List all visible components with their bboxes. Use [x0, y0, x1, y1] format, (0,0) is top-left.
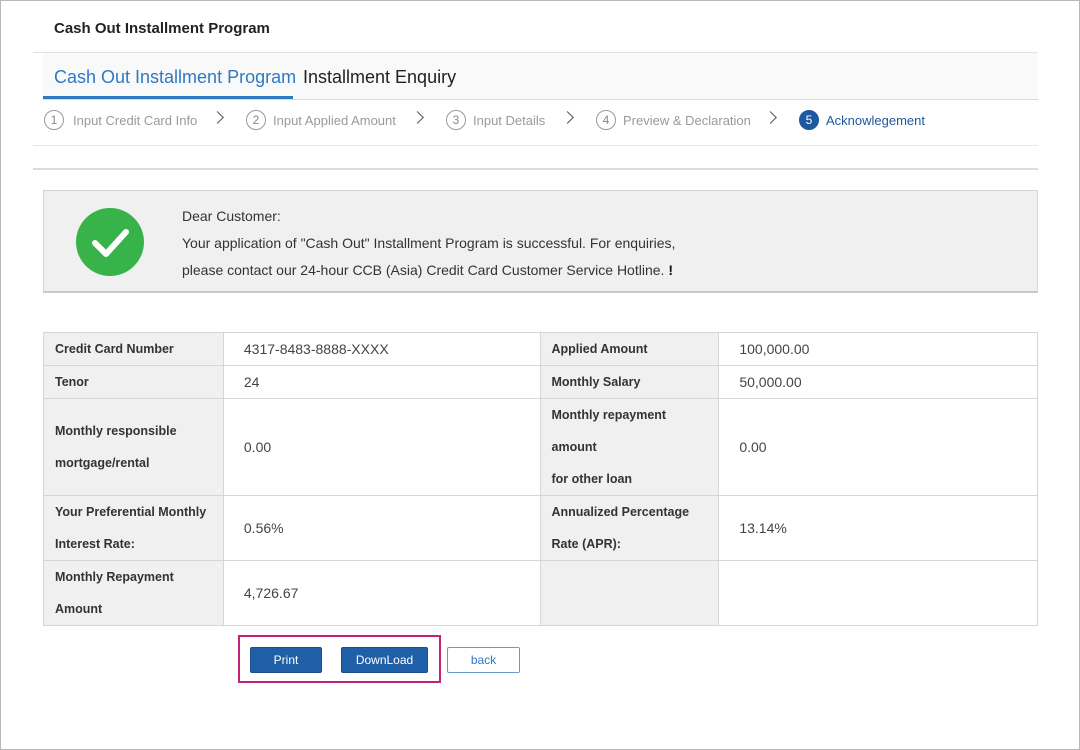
monthly-repayment-label: Monthly Repayment Amount: [43, 560, 224, 626]
application-details-table: Credit Card Number 4317-8483-8888-XXXX A…: [43, 332, 1038, 626]
divider: [33, 168, 1038, 170]
notice-exclamation: !: [668, 262, 674, 278]
table-row: Monthly Repayment Amount 4,726.67: [43, 560, 1038, 626]
tab-installment-enquiry[interactable]: Installment Enquiry: [303, 67, 456, 88]
apr-label-line-2: Rate (APR):: [551, 537, 621, 551]
notice-message-text: please contact our 24-hour CCB (Asia) Cr…: [182, 262, 665, 278]
print-button[interactable]: Print: [250, 647, 322, 673]
table-row: Tenor 24 Monthly Salary 50,000.00: [43, 365, 1038, 399]
step-4-label: Preview & Declaration: [623, 113, 751, 128]
monthly-salary-label: Monthly Salary: [539, 365, 720, 399]
other-loan-label-line-2: for other loan: [551, 472, 633, 486]
step-5-number: 5: [799, 110, 819, 130]
mortgage-value: 0.00: [222, 398, 541, 496]
tenor-label: Tenor: [43, 365, 224, 399]
chevron-right-icon: [764, 111, 777, 124]
chevron-right-icon: [211, 111, 224, 124]
empty-value-cell: [718, 560, 1038, 626]
monthly-repayment-value: 4,726.67: [222, 560, 541, 626]
notice-message-line-1: Your application of "Cash Out" Installme…: [182, 235, 676, 251]
step-2-number: 2: [246, 110, 266, 130]
monthly-repayment-label-line-2: Amount: [55, 602, 103, 616]
empty-label-cell: [539, 560, 720, 626]
applied-amount-value: 100,000.00: [718, 332, 1038, 366]
divider: [33, 145, 1038, 146]
interest-rate-value: 0.56%: [222, 495, 541, 561]
credit-card-number-label: Credit Card Number: [43, 332, 224, 366]
interest-rate-label-line-1: Your Preferential Monthly: [55, 505, 207, 519]
table-row: Credit Card Number 4317-8483-8888-XXXX A…: [43, 332, 1038, 366]
step-2-label: Input Applied Amount: [273, 113, 396, 128]
success-notice: Dear Customer: Your application of "Cash…: [43, 190, 1038, 293]
interest-rate-label-line-2: Interest Rate:: [55, 537, 135, 551]
page-title: Cash Out Installment Program: [54, 20, 270, 37]
step-1-number: 1: [44, 110, 64, 130]
monthly-repayment-label-line-1: Monthly Repayment: [55, 570, 174, 584]
step-1-label: Input Credit Card Info: [73, 113, 198, 128]
step-5-label: Acknowlegement: [826, 113, 925, 128]
back-button[interactable]: back: [447, 647, 520, 673]
apr-label: Annualized Percentage Rate (APR):: [539, 495, 720, 561]
other-loan-label: Monthly repayment amount for other loan: [539, 398, 720, 496]
tab-bar: Cash Out Installment Program Installment…: [43, 53, 1038, 100]
mortgage-label-line-2: mortgage/rental: [55, 456, 150, 470]
tab-cash-out-installment-program[interactable]: Cash Out Installment Program: [54, 67, 296, 88]
applied-amount-label: Applied Amount: [539, 332, 720, 366]
mortgage-label-line-1: Monthly responsible: [55, 424, 177, 438]
table-row: Monthly responsible mortgage/rental 0.00 …: [43, 398, 1038, 496]
apr-label-line-1: Annualized Percentage: [551, 505, 690, 519]
monthly-salary-value: 50,000.00: [718, 365, 1038, 399]
chevron-right-icon: [411, 111, 424, 124]
step-3-number: 3: [446, 110, 466, 130]
progress-steps: 1 Input Credit Card Info 2 Input Applied…: [44, 110, 1034, 132]
active-tab-indicator: [43, 96, 293, 99]
chevron-right-icon: [561, 111, 574, 124]
tenor-value: 24: [222, 365, 541, 399]
table-row: Your Preferential Monthly Interest Rate: …: [43, 495, 1038, 561]
success-check-icon: [76, 208, 144, 276]
step-3-label: Input Details: [473, 113, 546, 128]
notice-greeting: Dear Customer:: [182, 208, 281, 224]
interest-rate-label: Your Preferential Monthly Interest Rate:: [43, 495, 224, 561]
other-loan-label-line-1: Monthly repayment amount: [551, 408, 667, 454]
other-loan-value: 0.00: [718, 398, 1038, 496]
mortgage-label: Monthly responsible mortgage/rental: [43, 398, 224, 496]
notice-message-line-2: please contact our 24-hour CCB (Asia) Cr…: [182, 262, 673, 278]
step-4-number: 4: [596, 110, 616, 130]
credit-card-number-value: 4317-8483-8888-XXXX: [222, 332, 541, 366]
download-button[interactable]: DownLoad: [341, 647, 428, 673]
apr-value: 13.14%: [718, 495, 1038, 561]
